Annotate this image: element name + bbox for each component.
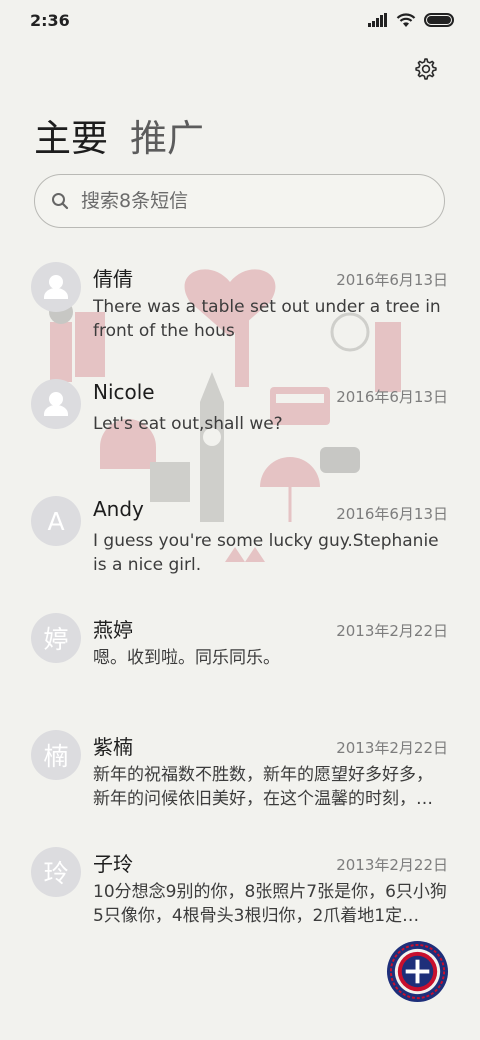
contact-name: 倩倩 [93,267,133,291]
conversation-item[interactable]: A Andy 2016年6月13日 I guess you're some lu… [0,492,480,609]
signal-icon [368,13,387,27]
avatar: 婷 [31,613,81,663]
avatar: 玲 [31,847,81,897]
contact-name: 燕婷 [93,618,133,642]
conversation-list: 倩倩 2016年6月13日 There was a table set out … [0,258,480,960]
avatar [31,379,81,429]
message-preview: Let's eat out,shall we? [93,414,283,434]
conversation-item[interactable]: Nicole 2016年6月13日 Let's eat out,shall we… [0,375,480,492]
message-preview: I guess you're some lucky guy.Stephanie … [93,531,439,575]
message-preview: 10分想念9别的你，8张照片7张是你，6只小狗5只像你，4根骨头3根归你，2爪着… [93,882,447,926]
message-date: 2013年2月22日 [336,739,448,757]
tab-primary[interactable]: 主要 [34,108,108,162]
conversation-item[interactable]: 婷 燕婷 2013年2月22日 嗯。收到啦。同乐同乐。 [0,609,480,726]
status-time: 2:36 [30,10,70,30]
avatar [31,262,81,312]
avatar: 楠 [31,730,81,780]
gear-icon [415,58,437,80]
battery-icon [424,13,454,27]
message-date: 2016年6月13日 [336,505,448,523]
status-bar: 2:36 [0,0,480,40]
person-icon [44,275,68,299]
person-icon [44,392,68,416]
contact-name: Andy [93,497,144,521]
search-icon [52,193,69,210]
search-input[interactable] [81,190,401,212]
tab-bar: 主要 推广 [34,108,204,162]
message-preview: 新年的祝福数不胜数，新年的愿望好多好多，新年的问候依旧美好，在这个温馨的时刻，… [93,765,433,809]
status-icons [368,12,454,28]
message-date: 2013年2月22日 [336,622,448,640]
contact-name: Nicole [93,380,155,404]
search-bar[interactable] [34,174,445,228]
settings-button[interactable] [410,53,442,85]
compose-button[interactable] [386,940,449,1003]
contact-name: 子玲 [93,852,133,876]
wifi-icon [396,12,416,27]
message-preview: 嗯。收到啦。同乐同乐。 [93,648,280,668]
contact-name: 紫楠 [93,735,133,759]
message-date: 2016年6月13日 [336,271,448,289]
conversation-item[interactable]: 楠 紫楠 2013年2月22日 新年的祝福数不胜数，新年的愿望好多好多，新年的问… [0,726,480,843]
avatar: A [31,496,81,546]
message-preview: There was a table set out under a tree i… [93,297,441,341]
conversation-item[interactable]: 倩倩 2016年6月13日 There was a table set out … [0,258,480,375]
message-date: 2013年2月22日 [336,856,448,874]
tab-promotions[interactable]: 推广 [130,108,204,162]
message-date: 2016年6月13日 [336,388,448,406]
